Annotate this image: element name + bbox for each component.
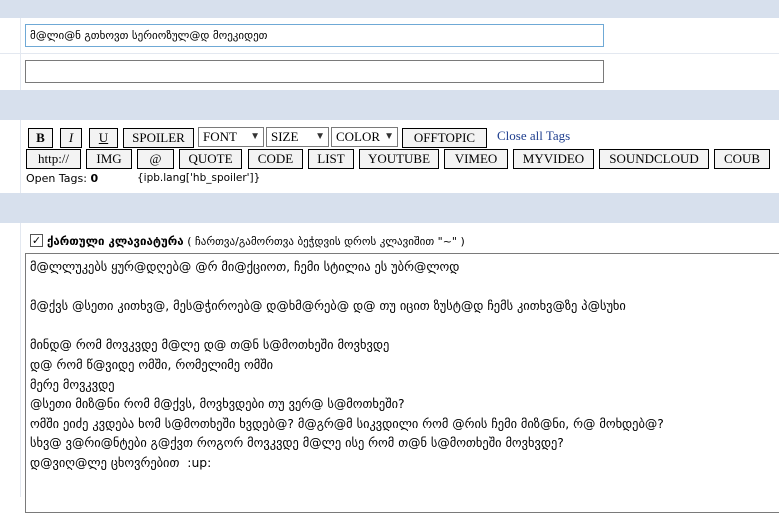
color-select-label: COLOR (336, 129, 381, 144)
keyboard-hint-text: ( ჩართვა/გამორთვა ბეჭდვის დროს კლავიშით … (187, 235, 465, 248)
post-editor-textarea[interactable]: მ@ლლუკებს ყურ@დღებ@ @რ მი@ქციოთ, ჩემი სტ… (25, 253, 779, 513)
coub-button[interactable]: COUB (714, 149, 770, 169)
http-button[interactable]: http:// (26, 149, 81, 169)
youtube-button[interactable]: YOUTUBE (359, 149, 439, 169)
vimeo-button[interactable]: VIMEO (444, 149, 508, 169)
code-button[interactable]: CODE (248, 149, 303, 169)
left-column-1 (0, 18, 21, 90)
georgian-keyboard-checkbox[interactable]: ✓ (30, 234, 43, 247)
open-tags-label: Open Tags: 0 (26, 172, 98, 185)
size-select[interactable]: SIZE ▼ (266, 127, 329, 147)
left-column-3 (0, 223, 21, 497)
editor-line: დ@ რომ წ@ვიდე ომში, რომელიმე ომში (30, 356, 274, 372)
topic-description-input[interactable] (25, 60, 604, 83)
quote-button[interactable]: QUOTE (179, 149, 242, 169)
bold-button[interactable]: B (28, 128, 53, 148)
soundcloud-button[interactable]: SOUNDCLOUD (599, 149, 709, 169)
topic-title-input[interactable] (25, 24, 604, 47)
color-select[interactable]: COLOR ▼ (331, 127, 398, 147)
chevron-down-icon: ▼ (250, 131, 260, 142)
keyboard-label-text: ქართული კლავიატურა (47, 234, 184, 248)
italic-button[interactable]: I (60, 128, 82, 148)
font-select[interactable]: FONT ▼ (198, 127, 264, 147)
left-column-2 (0, 120, 21, 193)
row-divider (0, 53, 779, 54)
spoiler-button[interactable]: SPOILER (123, 128, 194, 148)
chevron-down-icon: ▼ (315, 131, 325, 142)
section-header-band (0, 90, 779, 120)
editor-line: @სეთი მიზ@ნი რომ მ@ქვს, მოვხვდები თუ ვერ… (30, 396, 405, 412)
section-divider-band (0, 193, 779, 223)
top-header-band (0, 0, 779, 18)
editor-line: ომში ეიძე კვდება ხომ ს@მოთხეში ხვდებ@? მ… (30, 415, 664, 431)
editor-line: მერე მოვკვდე (30, 376, 115, 392)
email-button[interactable]: @ (137, 149, 174, 169)
size-select-label: SIZE (271, 129, 299, 144)
editor-line: სხვ@ ვ@რი@ნტები გ@ქვთ როგორ მოვკვდე მ@ლე… (30, 435, 564, 451)
myvideo-button[interactable]: MYVIDEO (513, 149, 594, 169)
open-tags-text: Open Tags: (26, 172, 87, 185)
editor-line: მ@ქვს @სეთი კითხვ@, მეს@ჭიროებ@ დ@ხმ@რებ… (30, 298, 626, 314)
georgian-keyboard-label[interactable]: ქართული კლავიატურა ( ჩართვა/გამორთვა ბეჭ… (47, 234, 465, 248)
chevron-down-icon: ▼ (384, 131, 394, 142)
list-button[interactable]: LIST (308, 149, 354, 169)
editor-line: მინდ@ რომ მოვკვდე მ@ლე დ@ თ@ნ ს@მოთხეში … (30, 337, 390, 353)
img-button[interactable]: IMG (86, 149, 132, 169)
font-select-label: FONT (203, 129, 237, 144)
open-tags-list: {ipb.lang['hb_spoiler']} (137, 172, 261, 184)
editor-line: მ@ლლუკებს ყურ@დღებ@ @რ მი@ქციოთ, ჩემი სტ… (30, 259, 460, 274)
close-all-tags-link[interactable]: Close all Tags (497, 128, 570, 144)
checkmark-icon: ✓ (31, 234, 42, 247)
offtopic-button[interactable]: OFFTOPIC (402, 128, 487, 148)
underline-button[interactable]: U (89, 128, 118, 148)
editor-line: დ@ვიღ@ლე ცხოვრებით :up: (30, 454, 212, 470)
open-tags-count: 0 (90, 172, 99, 185)
